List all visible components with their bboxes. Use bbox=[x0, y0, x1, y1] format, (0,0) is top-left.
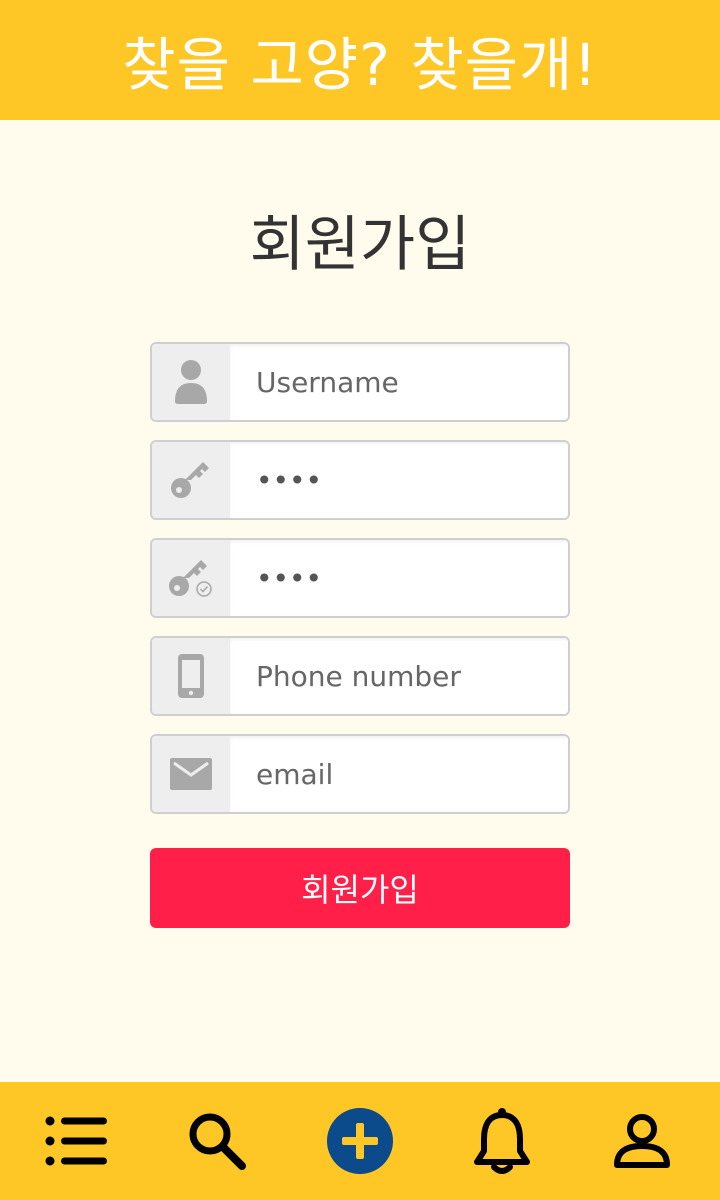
app-header: 찾을 고양? 찾을개! bbox=[0, 0, 720, 120]
profile-icon bbox=[614, 1114, 670, 1168]
email-field bbox=[150, 734, 570, 814]
mail-icon bbox=[152, 736, 230, 812]
app-title: 찾을 고양? 찾을개! bbox=[122, 31, 598, 99]
password-confirm-input[interactable] bbox=[230, 540, 568, 616]
password-field bbox=[150, 440, 570, 520]
username-field bbox=[150, 342, 570, 422]
username-input[interactable] bbox=[230, 344, 568, 420]
nav-profile[interactable] bbox=[587, 1082, 697, 1200]
nav-search[interactable] bbox=[162, 1082, 272, 1200]
page-title: 회원가입 bbox=[249, 210, 471, 280]
password-input[interactable] bbox=[230, 442, 568, 518]
password-confirm-field bbox=[150, 538, 570, 618]
list-icon bbox=[45, 1116, 107, 1166]
phone-icon bbox=[152, 638, 230, 714]
email-input[interactable] bbox=[230, 736, 568, 812]
nav-list[interactable] bbox=[22, 1082, 132, 1200]
nav-notifications[interactable] bbox=[447, 1082, 557, 1200]
user-icon bbox=[152, 344, 230, 420]
signup-button[interactable]: 회원가입 bbox=[150, 848, 570, 928]
bell-icon bbox=[474, 1108, 530, 1174]
phone-field bbox=[150, 636, 570, 716]
key-icon bbox=[152, 442, 230, 518]
search-icon bbox=[189, 1113, 246, 1170]
phone-input[interactable] bbox=[230, 638, 568, 714]
add-icon bbox=[327, 1108, 393, 1174]
nav-add[interactable] bbox=[305, 1082, 415, 1200]
bottom-nav bbox=[0, 1082, 720, 1200]
key-check-icon bbox=[152, 540, 230, 616]
